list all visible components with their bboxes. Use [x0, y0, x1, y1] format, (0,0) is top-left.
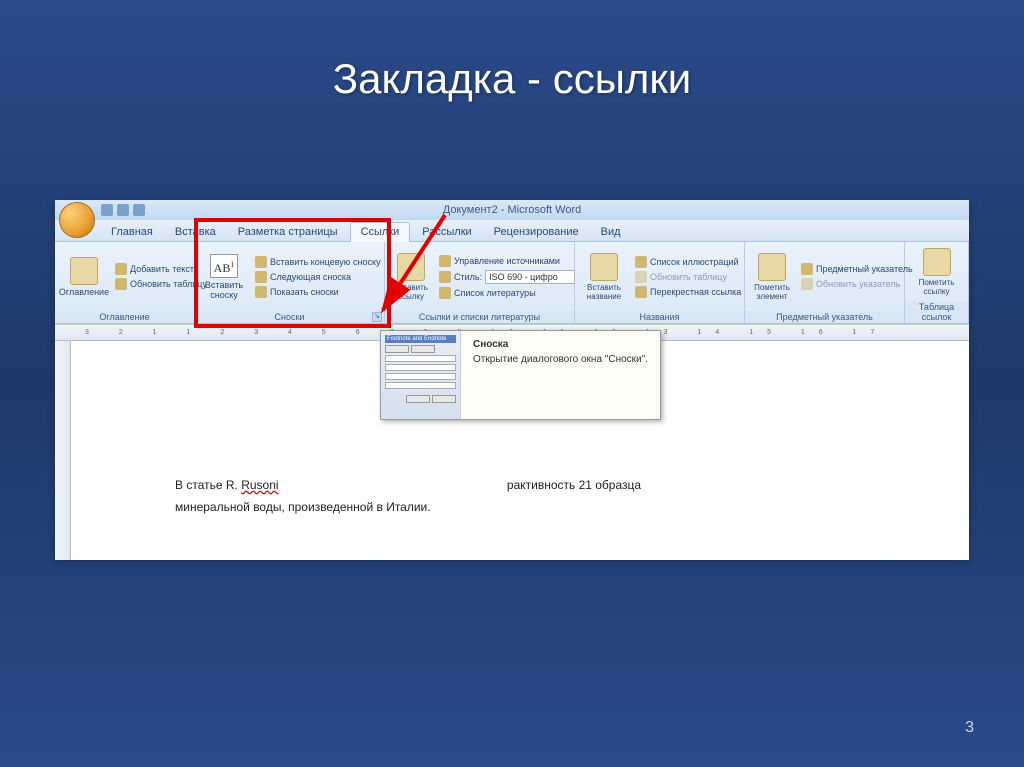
next-footnote-label: Следующая сноска [270, 272, 351, 282]
screentip-title: Сноска [473, 339, 648, 350]
insert-index-label: Предметный указатель [816, 264, 913, 274]
style-icon [439, 271, 451, 283]
tab-references[interactable]: Ссылки [350, 222, 411, 242]
style-dropdown[interactable] [485, 270, 575, 284]
word-screenshot: Документ2 - Microsoft Word Главная Встав… [55, 200, 969, 560]
slide-title: Закладка - ссылки [0, 0, 1024, 103]
mark-citation-label: Пометить ссылку [914, 278, 959, 296]
insert-footnote-button[interactable]: AB1 Вставить сноску [200, 245, 248, 308]
manage-sources-icon [439, 255, 451, 267]
cross-ref-button[interactable]: Перекрестная ссылка [632, 285, 744, 299]
insert-caption-button[interactable]: Вставить название [580, 245, 628, 308]
save-icon[interactable] [101, 204, 113, 216]
group-captions: Вставить название Список иллюстраций Обн… [575, 242, 745, 323]
toc-button[interactable]: Оглавление [60, 245, 108, 308]
screentip-preview: Footnote and Endnote [381, 331, 461, 419]
dlg-preview-title: Footnote and Endnote [385, 335, 456, 343]
group-toa: Пометить ссылку Таблица ссылок [905, 242, 969, 323]
mark-citation-button[interactable]: Пометить ссылку [910, 245, 963, 298]
group-footnotes: AB1 Вставить сноску Вставить концевую сн… [195, 242, 385, 323]
office-button[interactable] [59, 202, 95, 238]
toa-group-label: Таблица ссылок [905, 301, 968, 323]
group-index: Пометить элемент Предметный указатель Об… [745, 242, 905, 323]
footnotes-dialog-launcher[interactable]: ↘ [372, 312, 382, 322]
mark-citation-icon [923, 248, 951, 276]
index-icon [801, 263, 813, 275]
table-figures-button[interactable]: Список иллюстраций [632, 255, 744, 269]
update-figures-button[interactable]: Обновить таблицу [632, 270, 744, 284]
citation-icon [397, 253, 425, 281]
caption-icon [590, 253, 618, 281]
endnote-label: Вставить концевую сноску [270, 257, 381, 267]
toc-label: Оглавление [59, 287, 109, 297]
toc-group-label: Оглавление [55, 311, 194, 323]
update-index-label: Обновить указатель [816, 279, 900, 289]
group-toc: Оглавление Добавить текст Обновить табли… [55, 242, 195, 323]
toc-icon [70, 257, 98, 285]
manage-sources-button[interactable]: Управление источниками [436, 254, 578, 268]
show-notes-button[interactable]: Показать сноски [252, 285, 384, 299]
manage-sources-label: Управление источниками [454, 256, 560, 266]
footnotes-group-label: Сноски ↘ [195, 311, 384, 323]
app-title: Документ2 - Microsoft Word [443, 204, 581, 216]
style-label: Стиль: [454, 272, 482, 282]
biblio-icon [439, 287, 451, 299]
undo-icon[interactable] [117, 204, 129, 216]
bibliography-button[interactable]: Список литературы [436, 286, 578, 300]
tab-review[interactable]: Рецензирование [484, 223, 589, 241]
citation-style-row: Стиль: [436, 269, 578, 285]
mark-entry-icon [758, 253, 786, 281]
add-text-icon [115, 263, 127, 275]
captions-group-label: Названия [575, 311, 744, 323]
update-figures-icon [635, 271, 647, 283]
tab-home[interactable]: Главная [101, 223, 163, 241]
tab-layout[interactable]: Разметка страницы [228, 223, 348, 241]
quick-access-toolbar [101, 204, 145, 216]
footnote-icon: AB1 [210, 254, 238, 278]
add-text-label: Добавить текст [130, 264, 194, 274]
screentip-popup: Footnote and Endnote Сноска Открытие диа… [380, 330, 661, 420]
doc-line-2: минеральной воды, произведенной в Италии… [175, 497, 855, 519]
figures-label: Список иллюстраций [650, 257, 739, 267]
redo-icon[interactable] [133, 204, 145, 216]
update-index-button[interactable]: Обновить указатель [798, 277, 916, 291]
ribbon-tabs: Главная Вставка Разметка страницы Ссылки… [55, 220, 969, 242]
mark-entry-label: Пометить элемент [754, 283, 790, 301]
group-citations: Вставить ссылку Управление источниками С… [385, 242, 575, 323]
tab-view[interactable]: Вид [591, 223, 631, 241]
screentip-text: Сноска Открытие диалогового окна "Сноски… [461, 331, 660, 419]
index-group-label: Предметный указатель [745, 311, 904, 323]
insert-footnote-label: Вставить сноску [204, 280, 244, 300]
insert-citation-label: Вставить ссылку [394, 283, 428, 301]
insert-endnote-button[interactable]: Вставить концевую сноску [252, 255, 384, 269]
titlebar: Документ2 - Microsoft Word [55, 200, 969, 220]
slide-number: 3 [965, 719, 974, 737]
show-notes-label: Показать сноски [270, 287, 339, 297]
cross-ref-icon [635, 286, 647, 298]
ribbon: Оглавление Добавить текст Обновить табли… [55, 242, 969, 324]
screentip-body: Открытие диалогового окна "Сноски". [473, 354, 648, 365]
show-notes-icon [255, 286, 267, 298]
update-toc-icon [115, 278, 127, 290]
insert-caption-label: Вставить название [584, 283, 624, 301]
figures-icon [635, 256, 647, 268]
next-footnote-button[interactable]: Следующая сноска [252, 270, 384, 284]
endnote-icon [255, 256, 267, 268]
tab-insert[interactable]: Вставка [165, 223, 226, 241]
citations-group-label: Ссылки и списки литературы [385, 311, 574, 323]
insert-index-button[interactable]: Предметный указатель [798, 262, 916, 276]
update-figures-label: Обновить таблицу [650, 272, 727, 282]
biblio-label: Список литературы [454, 288, 536, 298]
next-footnote-icon [255, 271, 267, 283]
insert-citation-button[interactable]: Вставить ссылку [390, 245, 432, 308]
cross-ref-label: Перекрестная ссылка [650, 287, 741, 297]
tab-mailings[interactable]: Рассылки [412, 223, 481, 241]
update-index-icon [801, 278, 813, 290]
vertical-ruler[interactable] [55, 341, 71, 560]
doc-line-1: В статье R. Rusoni, опубликованной в 198… [175, 475, 855, 497]
mark-entry-button[interactable]: Пометить элемент [750, 245, 794, 308]
